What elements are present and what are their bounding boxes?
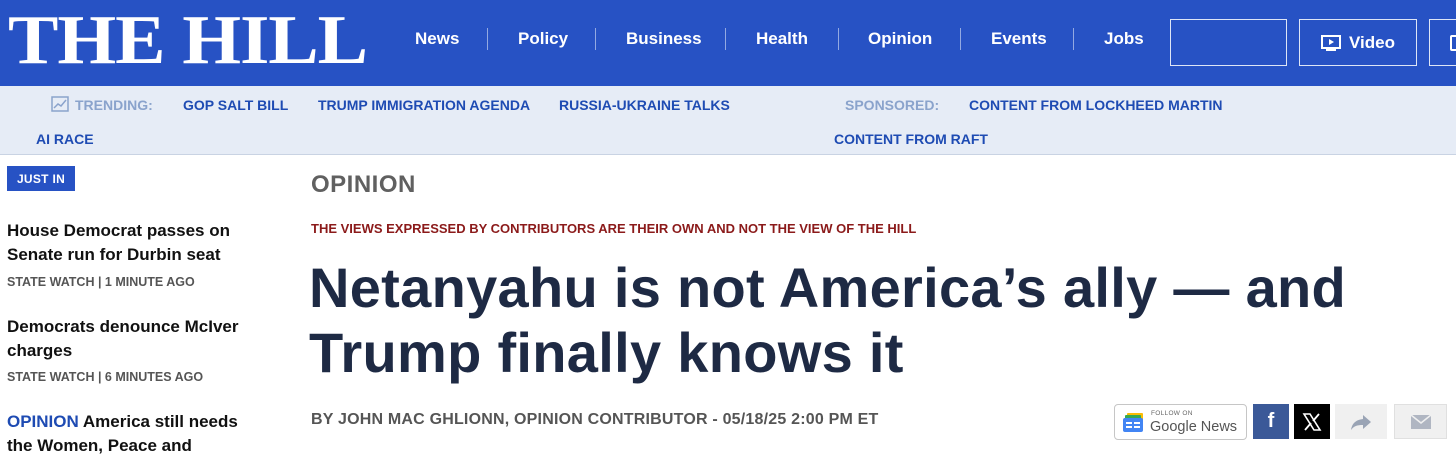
document-icon bbox=[1450, 35, 1456, 51]
nav-news[interactable]: News bbox=[415, 27, 459, 51]
newsletter-button[interactable] bbox=[1429, 19, 1456, 66]
article-byline: BY JOHN MAC GHLIONN, OPINION CONTRIBUTOR… bbox=[311, 411, 879, 428]
nav-policy[interactable]: Policy bbox=[518, 27, 568, 51]
site-logo[interactable]: THE HILL bbox=[8, 4, 368, 78]
nav-divider bbox=[487, 28, 488, 50]
mail-icon bbox=[1410, 414, 1431, 429]
nav-divider bbox=[960, 28, 961, 50]
sponsored-link[interactable]: CONTENT FROM RAFT bbox=[834, 130, 988, 148]
nav-divider bbox=[838, 28, 839, 50]
video-label: Video bbox=[1349, 32, 1395, 52]
nav-divider bbox=[725, 28, 726, 50]
trending-label: TRENDING: bbox=[75, 97, 153, 113]
trending-bar: TRENDING: GOP SALT BILL TRUMP IMMIGRATIO… bbox=[0, 86, 1456, 155]
nav-events[interactable]: Events bbox=[991, 27, 1047, 51]
google-news-icon bbox=[1123, 413, 1143, 432]
facebook-share-button[interactable]: f bbox=[1253, 404, 1289, 439]
sidebar-story-title[interactable]: House Democrat passes on Senate run for … bbox=[7, 219, 277, 267]
sidebar-story[interactable]: OPINION America still needs the Women, P… bbox=[7, 410, 257, 455]
video-button[interactable]: Video bbox=[1299, 19, 1417, 66]
sidebar-story-title[interactable]: Democrats denounce McIver charges bbox=[7, 315, 277, 363]
google-news-follow-button[interactable]: FOLLOW ON Google News bbox=[1114, 404, 1247, 440]
nav-divider bbox=[595, 28, 596, 50]
share-icon bbox=[1351, 414, 1371, 430]
site-header: THE HILL News Policy Business Health Opi… bbox=[0, 0, 1456, 86]
nav-divider bbox=[1073, 28, 1074, 50]
article-headline: Netanyahu is not America’s ally — and Tr… bbox=[309, 256, 1347, 384]
nav-opinion[interactable]: Opinion bbox=[868, 27, 932, 51]
trending-link[interactable]: TRUMP IMMIGRATION AGENDA bbox=[318, 96, 530, 114]
sidebar-story-meta: STATE WATCH | 1 MINUTE AGO bbox=[7, 275, 195, 289]
google-news-label: Google News bbox=[1150, 419, 1238, 435]
share-button[interactable] bbox=[1335, 404, 1387, 439]
trending-link[interactable]: RUSSIA-UKRAINE TALKS bbox=[559, 96, 730, 114]
nav-business[interactable]: Business bbox=[626, 27, 702, 51]
section-label[interactable]: OPINION bbox=[311, 171, 416, 199]
google-news-follow-text: FOLLOW ON bbox=[1151, 410, 1193, 417]
sidebar-story-meta: STATE WATCH | 6 MINUTES AGO bbox=[7, 370, 204, 384]
nav-jobs[interactable]: Jobs bbox=[1104, 27, 1144, 51]
sponsored-label: SPONSORED: bbox=[845, 97, 940, 113]
x-icon bbox=[1302, 412, 1322, 431]
email-share-button[interactable] bbox=[1394, 404, 1447, 439]
opinion-tag: OPINION bbox=[7, 412, 79, 431]
search-input[interactable] bbox=[1170, 19, 1287, 66]
nav-health[interactable]: Health bbox=[756, 27, 808, 51]
trending-icon bbox=[51, 96, 69, 112]
play-icon bbox=[1321, 34, 1341, 51]
facebook-icon: f bbox=[1267, 410, 1275, 432]
x-share-button[interactable] bbox=[1294, 404, 1330, 439]
just-in-badge: JUST IN bbox=[7, 166, 75, 191]
trending-link[interactable]: GOP SALT BILL bbox=[183, 96, 288, 114]
sponsored-link[interactable]: CONTENT FROM LOCKHEED MARTIN bbox=[969, 96, 1223, 114]
trending-link[interactable]: AI RACE bbox=[36, 130, 94, 148]
opinion-disclaimer: THE VIEWS EXPRESSED BY CONTRIBUTORS ARE … bbox=[311, 221, 917, 236]
